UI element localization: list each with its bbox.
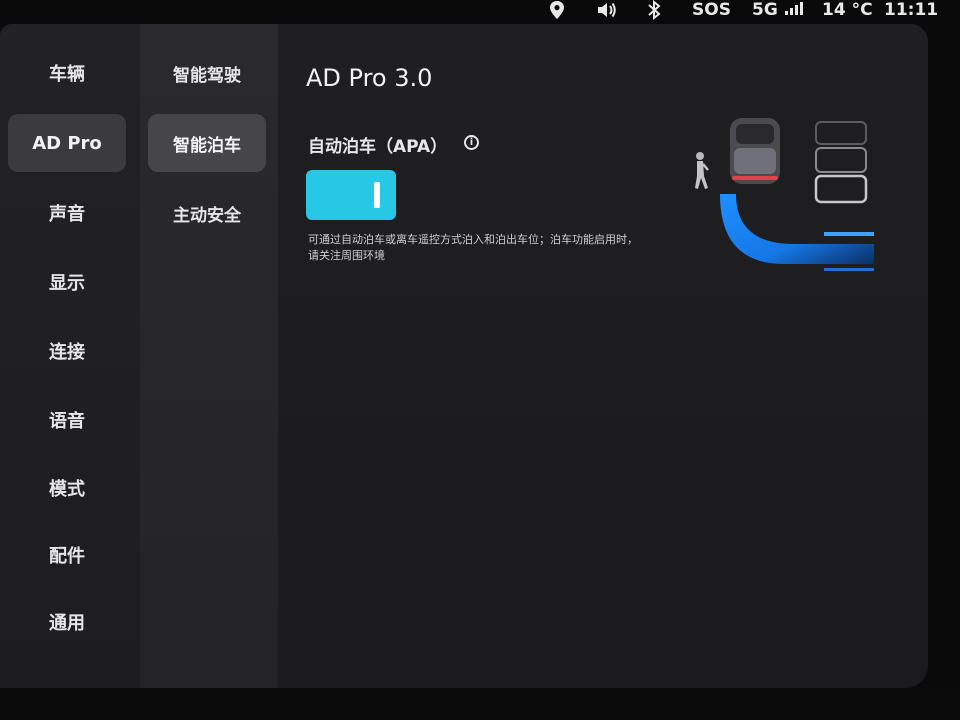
sidebar-item-display[interactable]: 显示 xyxy=(8,253,126,311)
sidebar-item-label: 语音 xyxy=(49,411,85,432)
apa-description: 可通过自动泊车或离车遥控方式泊入和泊出车位；泊车功能启用时，请关注周围环境 xyxy=(308,233,638,262)
sidebar-item-label: 显示 xyxy=(49,273,85,294)
signal-icon xyxy=(784,2,803,15)
sidebar-item-mode[interactable]: 模式 xyxy=(8,459,126,517)
apa-toggle[interactable] xyxy=(306,170,396,220)
location-icon xyxy=(548,0,566,25)
sidebar-item-label: 通用 xyxy=(49,613,85,634)
settings-screen: 车辆 AD Pro 声音 显示 连接 语音 模式 配件 通用 智能驾驶 智能泊车… xyxy=(0,24,928,688)
sidebar-item-label: 车辆 xyxy=(49,64,85,85)
sidebar-item-vehicle[interactable]: 车辆 xyxy=(8,44,126,102)
submenu-item-active-safety[interactable]: 主动安全 xyxy=(148,184,266,242)
submenu-item-smart-driving[interactable]: 智能驾驶 xyxy=(148,44,266,102)
submenu-item-label: 智能驾驶 xyxy=(173,65,241,86)
sidebar-item-general[interactable]: 通用 xyxy=(8,593,126,651)
bluetooth-icon xyxy=(646,0,662,25)
submenu-item-label: 智能泊车 xyxy=(173,135,241,156)
temperature-readout: 14 °C xyxy=(822,0,873,20)
page-title: AD Pro 3.0 xyxy=(306,64,433,92)
sidebar-item-ad-pro[interactable]: AD Pro xyxy=(8,114,126,172)
secondary-menu: 智能驾驶 智能泊车 主动安全 xyxy=(140,24,278,688)
sos-indicator: SOS xyxy=(692,0,731,20)
sidebar-item-sound[interactable]: 声音 xyxy=(8,184,126,242)
sidebar-item-accessories[interactable]: 配件 xyxy=(8,526,126,584)
volume-icon xyxy=(596,0,618,25)
main-panel: AD Pro 3.0 自动泊车（APA） i 可通过自动泊车或离车遥控方式泊入和… xyxy=(278,24,928,688)
sidebar-item-voice[interactable]: 语音 xyxy=(8,391,126,449)
submenu-item-smart-parking[interactable]: 智能泊车 xyxy=(148,114,266,172)
info-icon[interactable]: i xyxy=(464,135,479,150)
apa-label: 自动泊车（APA） xyxy=(308,137,448,157)
bezel-bottom xyxy=(0,688,960,720)
sidebar-item-label: 连接 xyxy=(49,342,85,363)
toggle-knob xyxy=(374,182,380,208)
parking-illustration xyxy=(684,114,874,288)
sidebar-item-label: 配件 xyxy=(49,546,85,567)
submenu-item-label: 主动安全 xyxy=(173,205,241,226)
sidebar-item-connection[interactable]: 连接 xyxy=(8,322,126,380)
parking-scene-graphic xyxy=(695,118,874,271)
status-bar: SOS 5G 14 °C 11:11 xyxy=(0,0,960,24)
clock: 11:11 xyxy=(884,0,939,20)
sidebar-item-label: 模式 xyxy=(49,479,85,500)
network-label: 5G xyxy=(752,0,778,20)
network-indicator: 5G xyxy=(752,0,804,20)
primary-sidebar: 车辆 AD Pro 声音 显示 连接 语音 模式 配件 通用 xyxy=(0,24,140,688)
sidebar-item-label: 声音 xyxy=(49,204,85,225)
sidebar-item-label: AD Pro xyxy=(32,132,102,154)
